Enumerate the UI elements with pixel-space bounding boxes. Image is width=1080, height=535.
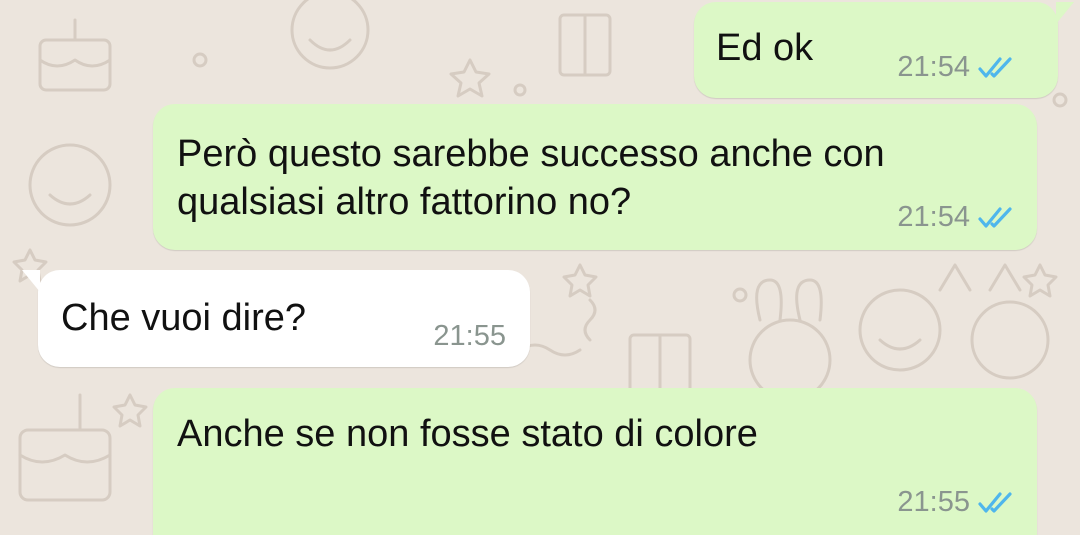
message-meta: 21:54: [897, 51, 1018, 84]
message-meta: 21:54: [897, 201, 1018, 234]
message-meta: 21:55: [433, 320, 506, 353]
message-meta: 21:55: [897, 486, 1018, 519]
message-text: Però questo sarebbe successo anche con q…: [177, 133, 885, 223]
outgoing-message-bubble[interactable]: Però questo sarebbe successo anche con q…: [153, 104, 1037, 250]
message-text: Anche se non fosse stato di colore: [177, 413, 758, 455]
message-timestamp: 21:55: [897, 486, 970, 518]
incoming-message-bubble[interactable]: Che vuoi dire? 21:55: [22, 270, 530, 367]
message-timestamp: 21:54: [897, 201, 970, 233]
double-check-read-icon: [978, 206, 1012, 228]
message-text: Che vuoi dire?: [61, 297, 307, 339]
bubble-tail: [22, 270, 40, 292]
double-check-read-icon: [978, 56, 1012, 78]
message-text: Ed ok: [716, 27, 814, 69]
outgoing-message-bubble[interactable]: Ed ok 21:54: [694, 2, 1074, 98]
message-timestamp: 21:55: [433, 320, 506, 352]
outgoing-message-bubble[interactable]: Anche se non fosse stato di colore 21:55: [153, 388, 1037, 535]
message-timestamp: 21:54: [897, 51, 970, 83]
double-check-read-icon: [978, 491, 1012, 513]
bubble-tail: [1056, 2, 1074, 24]
